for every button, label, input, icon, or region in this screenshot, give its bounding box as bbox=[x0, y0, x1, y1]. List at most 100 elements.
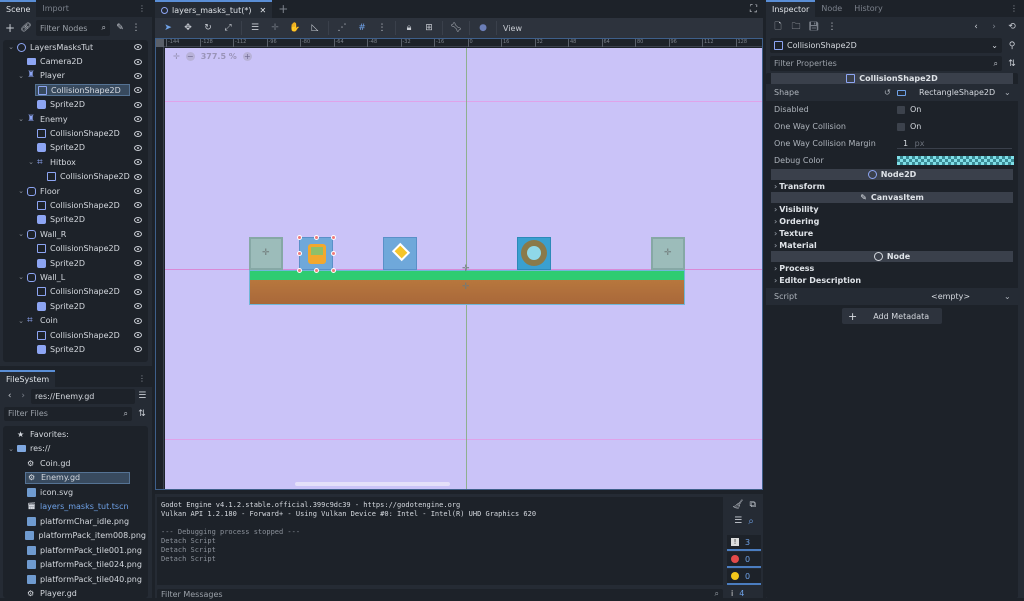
visibility-eye-icon[interactable] bbox=[134, 116, 142, 122]
scale-tool-icon[interactable]: ⤢ bbox=[221, 21, 235, 35]
split-mode-icon[interactable]: ☰ bbox=[137, 390, 148, 402]
errors-toggle[interactable]: 0 bbox=[727, 552, 761, 568]
visibility-eye-icon[interactable] bbox=[134, 174, 142, 180]
filter-properties-input[interactable]: Filter Properties ⌕ bbox=[770, 56, 1002, 71]
chevron-down-icon[interactable]: ⌄ bbox=[17, 273, 25, 281]
dock-menu-icon[interactable]: ⋮ bbox=[132, 0, 152, 17]
tree-node[interactable]: ⌄Wall_L bbox=[3, 270, 148, 284]
horizontal-scrollbar[interactable] bbox=[295, 482, 450, 486]
revert-icon[interactable]: ↺ bbox=[884, 88, 891, 97]
zoom-level[interactable]: 377.5 % bbox=[201, 52, 237, 61]
tree-node[interactable]: CollisionShape2D bbox=[3, 241, 148, 255]
coin-sprite[interactable] bbox=[383, 237, 417, 270]
file-item[interactable]: platformPack_item008.png bbox=[3, 529, 148, 544]
more-icon[interactable]: ⋮ bbox=[130, 22, 142, 34]
distraction-free-icon[interactable]: ⛶ bbox=[750, 4, 757, 15]
group-process[interactable]: ›Process bbox=[766, 262, 1018, 274]
visibility-eye-icon[interactable] bbox=[134, 145, 142, 151]
rotate-tool-icon[interactable]: ↻ bbox=[201, 21, 215, 35]
smart-snap-icon[interactable]: ⋰ bbox=[335, 21, 349, 35]
history-forward-icon[interactable]: › bbox=[988, 21, 1000, 33]
tree-node[interactable]: CollisionShape2D bbox=[3, 126, 148, 140]
visibility-eye-icon[interactable] bbox=[134, 131, 142, 137]
property-options-icon[interactable]: ⇅ bbox=[1006, 58, 1018, 70]
tree-node[interactable]: ⌄♜Player bbox=[3, 69, 148, 83]
tree-node[interactable]: Camera2D bbox=[3, 54, 148, 68]
tree-node[interactable]: ⌄Floor bbox=[3, 184, 148, 198]
path-input[interactable]: res://Enemy.gd bbox=[31, 389, 135, 404]
scene-tab[interactable]: layers_masks_tut(*) ✕ bbox=[155, 0, 272, 18]
file-item[interactable]: platformPack_tile040.png bbox=[3, 572, 148, 587]
editor-messages-toggle[interactable]: i4 bbox=[731, 589, 744, 598]
tree-node[interactable]: CollisionShape2D bbox=[3, 198, 148, 212]
resize-handle[interactable] bbox=[331, 268, 336, 273]
back-icon[interactable]: ‹ bbox=[4, 390, 15, 402]
move-tool-icon[interactable]: ✥ bbox=[181, 21, 195, 35]
wall-left-sprite[interactable]: ✛ bbox=[249, 237, 283, 270]
visibility-eye-icon[interactable] bbox=[134, 274, 142, 280]
file-item[interactable]: platformPack_tile024.png bbox=[3, 558, 148, 573]
sort-icon[interactable]: ⇅ bbox=[136, 408, 148, 420]
debug-color-swatch[interactable] bbox=[897, 156, 1014, 165]
clear-output-icon[interactable]: 🧹︎ bbox=[732, 500, 743, 510]
chevron-down-icon[interactable]: ⌄ bbox=[7, 445, 15, 453]
chevron-down-icon[interactable]: ⌄ bbox=[17, 187, 25, 195]
tab-history[interactable]: History bbox=[848, 0, 888, 17]
visibility-eye-icon[interactable] bbox=[134, 246, 142, 252]
group-texture[interactable]: ›Texture bbox=[766, 227, 1018, 239]
forward-icon[interactable]: › bbox=[17, 390, 28, 402]
new-resource-icon[interactable]: 🗋︎ bbox=[772, 21, 784, 33]
bone-icon[interactable]: 🦴︎ bbox=[449, 21, 463, 35]
resize-handle[interactable] bbox=[297, 268, 302, 273]
tab-inspector[interactable]: Inspector bbox=[766, 0, 815, 17]
filter-nodes-input[interactable]: Filter Nodes ⌕ bbox=[36, 20, 110, 36]
viewport[interactable]: -144-128-112-96-80-64-48-32-160163248648… bbox=[155, 38, 763, 490]
player-sprite[interactable] bbox=[299, 237, 333, 270]
tree-node[interactable]: Sprite2D bbox=[3, 256, 148, 270]
file-item[interactable]: ⌄res:// bbox=[3, 442, 148, 457]
tree-node[interactable]: Sprite2D bbox=[3, 141, 148, 155]
search-icon[interactable]: ⌕ bbox=[748, 516, 754, 527]
chevron-down-icon[interactable]: ⌄ bbox=[17, 72, 25, 80]
visibility-eye-icon[interactable] bbox=[134, 202, 142, 208]
visibility-eye-icon[interactable] bbox=[134, 87, 142, 93]
tree-node[interactable]: Sprite2D bbox=[3, 299, 148, 313]
resize-handle[interactable] bbox=[331, 235, 336, 240]
override-camera-icon[interactable]: ● bbox=[476, 21, 490, 35]
tree-node[interactable]: ⌄⌗Hitbox bbox=[3, 155, 148, 169]
resize-handle[interactable] bbox=[297, 235, 302, 240]
lock-icon[interactable]: 🔒︎ bbox=[402, 21, 416, 35]
snap-options-icon[interactable]: ⋮ bbox=[375, 21, 389, 35]
shape-value[interactable]: RectangleShape2D bbox=[919, 88, 995, 97]
zoom-out-button[interactable]: − bbox=[186, 52, 195, 61]
visibility-eye-icon[interactable] bbox=[134, 73, 142, 79]
more-icon[interactable]: ⋮ bbox=[826, 21, 838, 33]
tree-node[interactable]: ⌄⌗Coin bbox=[3, 313, 148, 327]
file-item[interactable]: 🎬︎layers_masks_tut.tscn bbox=[3, 500, 148, 515]
warnings-toggle[interactable]: 0 bbox=[727, 569, 761, 585]
visibility-eye-icon[interactable] bbox=[134, 159, 142, 165]
close-tab-icon[interactable]: ✕ bbox=[260, 6, 267, 15]
group-transform[interactable]: ›Transform bbox=[766, 180, 1018, 192]
visibility-eye-icon[interactable] bbox=[134, 59, 142, 65]
pan-tool-icon[interactable]: ✋ bbox=[288, 21, 302, 35]
visibility-eye-icon[interactable] bbox=[134, 346, 142, 352]
visibility-eye-icon[interactable] bbox=[134, 260, 142, 266]
tree-node[interactable]: Sprite2D bbox=[3, 342, 148, 356]
tree-node[interactable]: CollisionShape2D bbox=[3, 83, 148, 97]
chevron-down-icon[interactable]: ⌄ bbox=[17, 317, 25, 325]
script-value[interactable]: <empty> bbox=[931, 292, 970, 301]
group-icon[interactable]: ⊞ bbox=[422, 21, 436, 35]
one-way-checkbox[interactable]: On bbox=[897, 122, 921, 131]
tab-import[interactable]: Import bbox=[36, 0, 75, 17]
visibility-eye-icon[interactable] bbox=[134, 231, 142, 237]
file-item[interactable]: ★Favorites: bbox=[3, 427, 148, 442]
add-node-icon[interactable]: + bbox=[4, 22, 16, 34]
chevron-down-icon[interactable]: ⌄ bbox=[17, 115, 25, 123]
dock-menu-icon[interactable]: ⋮ bbox=[1004, 0, 1024, 17]
link-icon[interactable]: 🔗︎ bbox=[20, 22, 32, 34]
object-selector[interactable]: CollisionShape2D ⌄ bbox=[770, 38, 1002, 53]
group-material[interactable]: ›Material bbox=[766, 239, 1018, 251]
tree-node[interactable]: CollisionShape2D bbox=[3, 170, 148, 184]
resize-handle[interactable] bbox=[331, 251, 336, 256]
